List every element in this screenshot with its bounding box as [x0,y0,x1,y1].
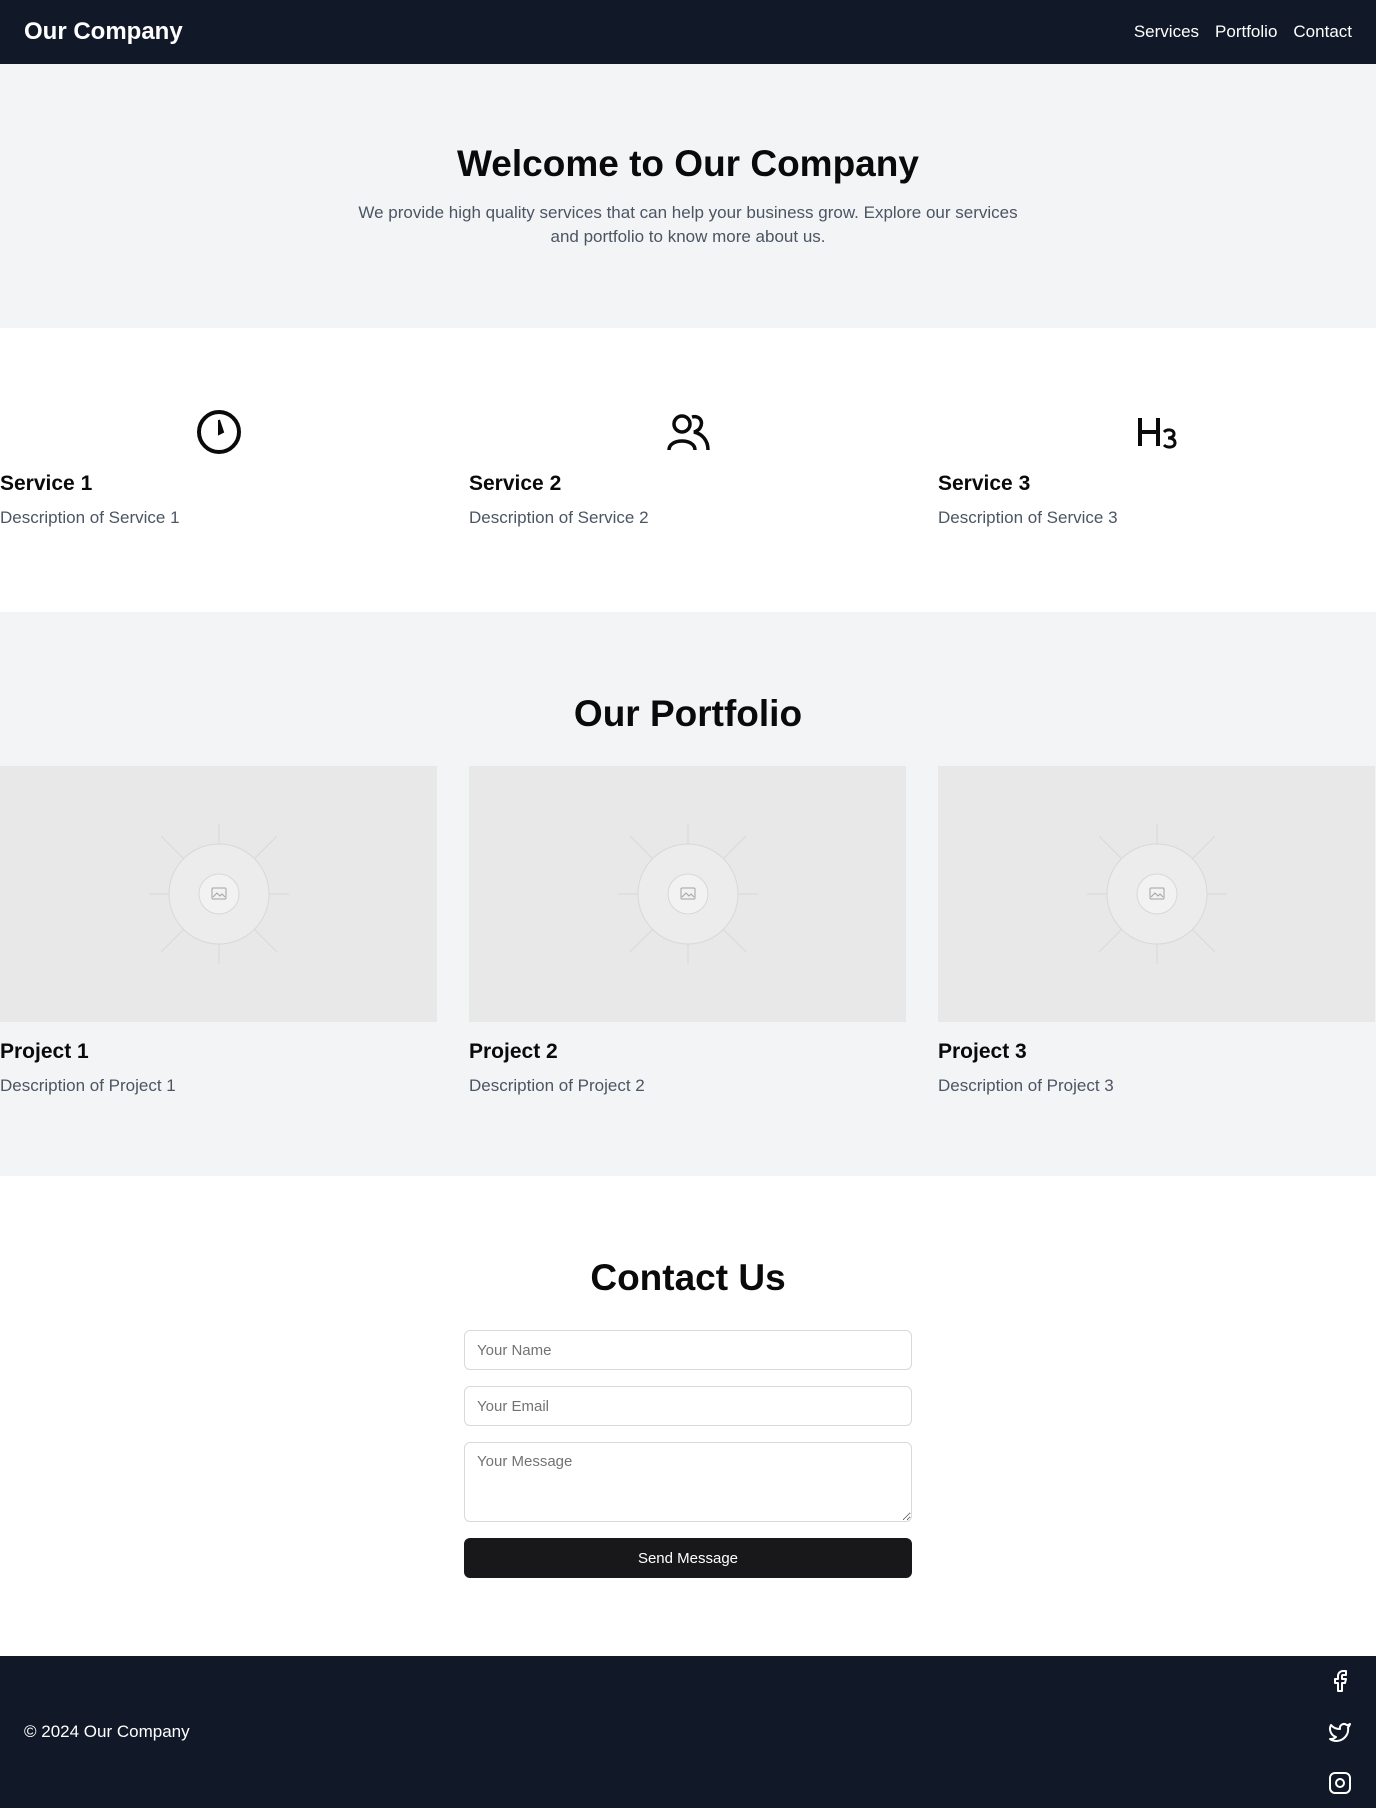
project-description: Description of Project 2 [469,1076,645,1095]
portfolio-title: Our Portfolio [573,693,803,734]
services-section: Service 1 Description of Service 1 Servi… [0,328,1376,612]
contact-section: Contact Us Send Message [0,1176,1376,1656]
service-description: Description of Service 1 [0,508,180,527]
project-card: Project 3 Description of Project 3 [938,766,1375,1098]
footer-copyright: © 2024 Our Company [24,1722,190,1741]
heading-3-icon [938,408,1375,456]
twitter-icon[interactable] [1328,1720,1352,1744]
hero-section: Welcome to Our Company We provide high q… [0,64,1376,328]
brand-logo[interactable]: Our Company [24,18,183,46]
social-links [1328,1669,1352,1795]
project-image-placeholder[interactable] [0,766,437,1022]
service-title: Service 2 [469,472,562,495]
email-field[interactable] [464,1386,912,1426]
service-card: Service 1 Description of Service 1 [0,408,437,530]
users-icon [469,408,906,456]
project-description: Description of Project 3 [938,1076,1114,1095]
service-card: Service 3 Description of Service 3 [938,408,1375,530]
nav-contact[interactable]: Contact [1293,22,1352,42]
services-grid: Service 1 Description of Service 1 Servi… [0,408,1376,530]
project-card: Project 1 Description of Project 1 [0,766,437,1098]
service-title: Service 3 [938,472,1031,495]
nav-portfolio[interactable]: Portfolio [1215,22,1277,42]
image-placeholder-icon [148,824,289,964]
name-field[interactable] [464,1330,912,1370]
service-description: Description of Service 3 [938,508,1118,527]
facebook-icon[interactable] [1328,1669,1352,1693]
service-description: Description of Service 2 [469,508,649,527]
project-description: Description of Project 1 [0,1076,176,1095]
project-image-placeholder[interactable] [938,766,1375,1022]
contact-form: Send Message [464,1330,912,1578]
hero-title: Welcome to Our Company [457,143,919,184]
contact-title: Contact Us [590,1257,786,1298]
project-title: Project 1 [0,1040,89,1063]
project-image-placeholder[interactable] [469,766,906,1022]
nav-services[interactable]: Services [1134,22,1199,42]
service-title: Service 1 [0,472,93,495]
clock-icon [0,408,437,456]
project-title: Project 2 [469,1040,558,1063]
instagram-icon[interactable] [1328,1771,1352,1795]
service-card: Service 2 Description of Service 2 [469,408,906,530]
portfolio-grid: Project 1 Description of Project 1 Proje… [0,766,1376,1098]
main-nav: Services Portfolio Contact [1134,22,1352,42]
image-placeholder-icon [617,824,758,964]
portfolio-section: Our Portfolio Project 1 Description of P… [0,612,1376,1176]
project-title: Project 3 [938,1040,1027,1063]
send-message-button[interactable]: Send Message [464,1538,912,1578]
top-navbar: Our Company Services Portfolio Contact [0,0,1376,64]
hero-text: We provide high quality services that ca… [358,202,1018,246]
message-field[interactable] [464,1442,912,1522]
image-placeholder-icon [1086,824,1227,964]
project-card: Project 2 Description of Project 2 [469,766,906,1098]
footer: © 2024 Our Company [0,1656,1376,1808]
